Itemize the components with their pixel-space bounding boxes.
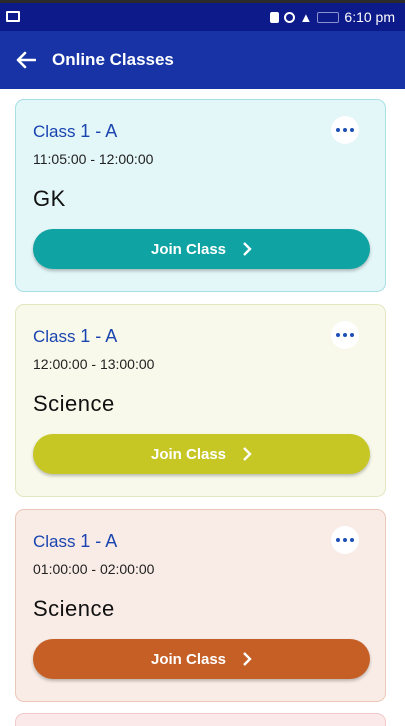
- arrow-left-icon: [16, 51, 36, 69]
- class-name: Class 1 - A: [33, 121, 117, 142]
- class-subject: Science: [33, 596, 115, 621]
- class-time: 01:00:00 - 02:00:00: [33, 561, 155, 577]
- more-horizontal-icon: [336, 128, 354, 132]
- join-class-button[interactable]: Join Class: [33, 639, 370, 679]
- more-options-button[interactable]: [331, 116, 359, 144]
- wifi-icon: ▲: [299, 9, 313, 25]
- class-time: 11:05:00 - 12:00:00: [33, 151, 154, 167]
- class-label: Class: [33, 532, 76, 551]
- class-card: Class 1 - A 12:00:00 - 13:00:00 Science …: [15, 304, 386, 497]
- class-name: Class 1 - A: [33, 326, 117, 347]
- class-value: 1 - A: [80, 531, 118, 551]
- class-name: Class 1 - A: [33, 531, 117, 552]
- chevron-right-icon: [242, 447, 252, 461]
- chevron-right-icon: [242, 652, 252, 666]
- more-horizontal-icon: [336, 333, 354, 337]
- join-class-label: Join Class: [150, 650, 227, 668]
- chevron-right-icon: [242, 242, 252, 256]
- sync-icon: [283, 11, 295, 23]
- back-button[interactable]: [0, 31, 52, 89]
- page-title: Online Classes: [52, 50, 174, 69]
- class-value: 1 - A: [80, 121, 118, 141]
- class-time: 12:00:00 - 13:00:00: [33, 356, 155, 372]
- class-list: Class 1 - A 11:05:00 - 12:00:00 GK Join …: [0, 89, 405, 726]
- join-class-label: Join Class: [150, 445, 227, 463]
- status-bar: ▲ 6:10 pm: [0, 0, 405, 31]
- class-label: Class: [33, 122, 76, 141]
- status-icons: ▲ 6:10 pm: [269, 9, 395, 25]
- join-class-label: Join Class: [150, 240, 227, 258]
- more-options-button[interactable]: [331, 321, 359, 349]
- class-card: Class 1 - A 01:00:00 - 02:00:00 Science …: [15, 509, 386, 702]
- app-bar: Online Classes: [0, 31, 405, 89]
- join-class-button[interactable]: Join Class: [33, 229, 370, 269]
- sim-icon: [269, 11, 279, 23]
- class-value: 1 - A: [80, 326, 118, 346]
- status-time: 6:10 pm: [344, 9, 395, 25]
- more-options-button[interactable]: [331, 526, 359, 554]
- gallery-icon: [6, 11, 20, 22]
- class-label: Class: [33, 327, 76, 346]
- battery-icon: [317, 11, 340, 23]
- class-card: Class 1 - A 11:05:00 - 12:00:00 GK Join …: [15, 99, 386, 292]
- join-class-button[interactable]: Join Class: [33, 434, 370, 474]
- more-horizontal-icon: [336, 538, 354, 542]
- class-subject: GK: [33, 186, 66, 211]
- class-subject: Science: [33, 391, 115, 416]
- class-card-partial: [15, 713, 386, 726]
